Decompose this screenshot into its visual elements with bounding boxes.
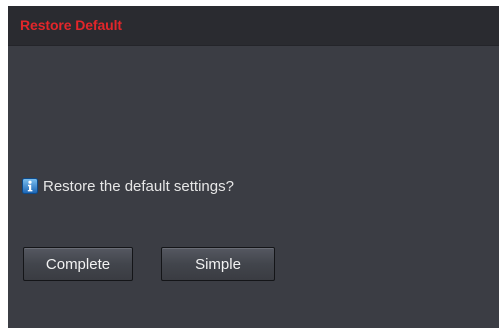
dialog-titlebar: Restore Default [8,6,499,46]
confirmation-message: Restore the default settings? [22,176,234,196]
info-icon [22,178,38,194]
dialog-title: Restore Default [20,17,122,33]
message-text: Restore the default settings? [43,177,234,195]
simple-button[interactable]: Simple [161,247,275,281]
restore-default-dialog: Restore Default Restore the default sett… [8,6,499,328]
complete-button[interactable]: Complete [23,247,133,281]
